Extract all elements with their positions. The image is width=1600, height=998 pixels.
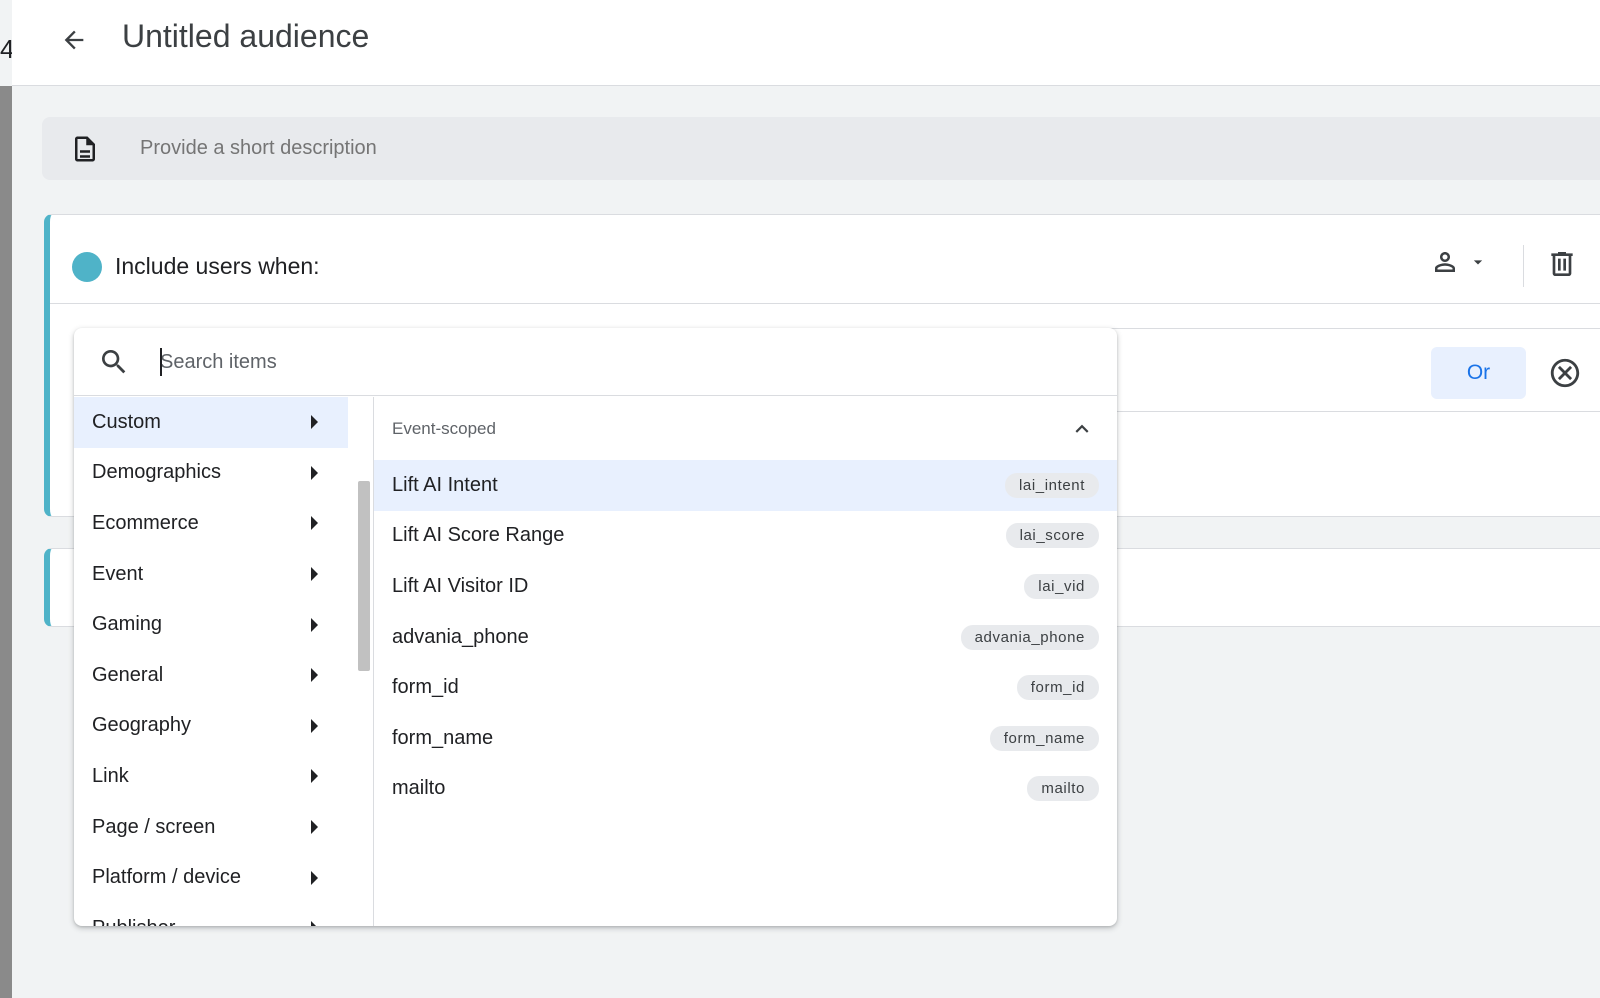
category-label: General (92, 663, 164, 686)
category-item[interactable]: Event (74, 549, 348, 600)
dimension-item-label: Lift AI Visitor ID (392, 574, 529, 597)
delete-button[interactable] (1546, 248, 1578, 285)
dimension-item-label: form_id (392, 676, 459, 699)
dimension-item[interactable]: Lift AI Score Range lai_score (374, 511, 1117, 562)
dimension-item[interactable]: Lift AI Intent lai_intent (374, 460, 1117, 511)
category-label: Custom (92, 410, 161, 433)
left-edge-stub-text: 4 (0, 34, 12, 64)
left-edge-strip: 4 (0, 0, 12, 998)
chevron-right-icon (311, 820, 318, 835)
page-title: Untitled audience (122, 18, 370, 54)
condition-dot (72, 252, 102, 282)
parameter-chip: lai_score (1005, 523, 1099, 549)
chevron-right-icon (311, 617, 318, 632)
section-title: Event-scoped (392, 418, 496, 438)
chevron-up-icon (1075, 424, 1089, 433)
chevron-right-icon (311, 567, 318, 582)
category-item[interactable]: Demographics (74, 448, 348, 499)
category-item[interactable]: Geography (74, 701, 348, 752)
description-bar (42, 117, 1600, 180)
chevron-right-icon (311, 921, 318, 926)
category-item[interactable]: Publisher (74, 903, 348, 926)
parameter-chip: lai_intent (1004, 472, 1099, 498)
section-header-event-scoped[interactable]: Event-scoped (374, 397, 1117, 460)
scrollbar-thumb[interactable] (358, 481, 370, 671)
person-icon (1435, 252, 1455, 272)
include-card-title: Include users when: (115, 253, 320, 279)
category-scrollbar[interactable] (348, 397, 372, 926)
category-label: Platform / device (92, 866, 241, 889)
include-card-header: Include users when: (50, 215, 1600, 304)
category-label: Event (92, 562, 144, 585)
dimension-item-label: advania_phone (392, 625, 529, 648)
parameter-chip: mailto (1027, 776, 1099, 802)
search-icon (102, 350, 126, 374)
parameter-chip: advania_phone (960, 624, 1099, 650)
chevron-right-icon (311, 415, 318, 430)
chevron-right-icon (311, 668, 318, 683)
dimension-item-label: Lift AI Intent (392, 473, 498, 496)
dimension-item[interactable]: form_name form_name (374, 713, 1117, 764)
dimension-item[interactable]: Lift AI Visitor ID lai_vid (374, 561, 1117, 612)
category-label: Gaming (92, 613, 163, 636)
category-item[interactable]: Platform / device (74, 852, 348, 903)
arrow-back-icon (64, 30, 84, 50)
category-item[interactable]: General (74, 650, 348, 701)
category-item[interactable]: Ecommerce (74, 498, 348, 549)
page-header: Untitled audience (12, 0, 1600, 86)
items-pane: Event-scoped Lift AI Intent lai_intent Lif… (374, 397, 1117, 926)
category-list: Custom Demographics Ecommerce Event Gaming Ge… (74, 397, 348, 926)
trash-icon (1551, 252, 1573, 276)
category-label: Link (92, 764, 129, 787)
category-item[interactable]: Link (74, 751, 348, 802)
category-label: Ecommerce (92, 511, 199, 534)
dropdown-arrow-icon (1473, 260, 1483, 265)
document-icon (75, 136, 95, 162)
dimension-item[interactable]: form_id form_id (374, 662, 1117, 713)
parameter-chip: form_name (989, 725, 1099, 751)
close-circle-icon (1550, 358, 1580, 388)
chevron-right-icon (311, 718, 318, 733)
chevron-right-icon (311, 516, 318, 531)
chevron-right-icon (311, 465, 318, 480)
category-label: Demographics (92, 461, 221, 484)
dimension-item-label: Lift AI Score Range (392, 524, 565, 547)
category-label: Publisher (92, 917, 175, 926)
parameter-chip: form_id (1016, 675, 1099, 701)
dimension-item-label: mailto (392, 777, 446, 800)
remove-condition-button[interactable] (1548, 356, 1582, 395)
text-cursor (160, 348, 162, 376)
category-item[interactable]: Page / screen (74, 802, 348, 853)
dimension-item-list: Lift AI Intent lai_intent Lift AI Score Ra… (374, 460, 1117, 814)
dimension-picker-popup: Custom Demographics Ecommerce Event Gaming Ge… (74, 328, 1117, 926)
chevron-right-icon (311, 769, 318, 784)
picker-search-row (74, 328, 1117, 396)
search-input[interactable] (160, 342, 860, 382)
dimension-item-label: form_name (392, 726, 494, 749)
or-button[interactable]: Or (1431, 347, 1526, 399)
back-button[interactable] (54, 20, 94, 60)
parameter-chip: lai_vid (1024, 573, 1099, 599)
dimension-item[interactable]: mailto mailto (374, 764, 1117, 815)
category-label: Page / screen (92, 815, 216, 838)
header-divider (1523, 245, 1524, 287)
chevron-right-icon (311, 870, 318, 885)
description-input[interactable] (140, 117, 740, 180)
scope-selector-button[interactable] (1430, 247, 1488, 277)
dimension-item[interactable]: advania_phone advania_phone (374, 612, 1117, 663)
category-item[interactable]: Custom (74, 397, 348, 448)
category-item[interactable]: Gaming (74, 599, 348, 650)
category-label: Geography (92, 714, 191, 737)
